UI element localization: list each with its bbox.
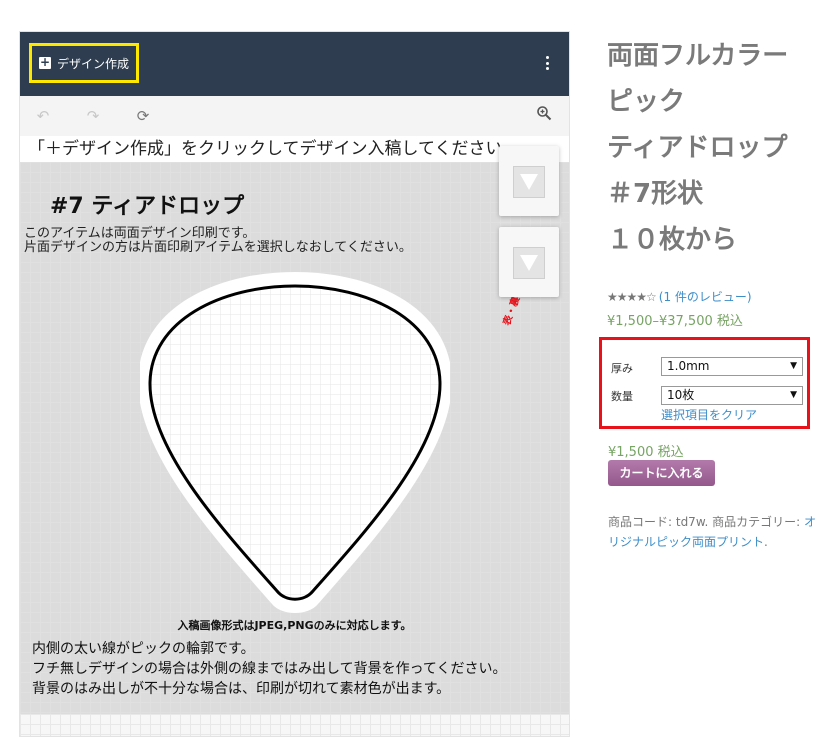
product-summary: 両面フルカラー ピック ティアドロップ ＃7形状 １０枚から ★★★★☆ (1 … — [607, 33, 822, 329]
clear-selection-link[interactable]: 選択項目をクリア — [661, 406, 757, 423]
review-link[interactable]: (1 件のレビュー) — [659, 288, 752, 305]
variation-options: 厚み 1.0mm ▼ 数量 10枚 ▼ 選択項目をクリア — [599, 337, 810, 429]
plus-icon: + — [38, 55, 51, 69]
quantity-select[interactable]: 10枚 ▼ — [661, 386, 803, 405]
product-title-line5: １０枚から — [607, 225, 738, 255]
quantity-value: 10枚 — [667, 388, 695, 402]
price-range: ¥1,500–¥37,500 税込 — [607, 314, 743, 329]
vertical-dots-icon[interactable] — [545, 56, 549, 70]
design-editor-panel: + デザイン作成 ↶ ↷ ⟳ 「＋デザイン作成」をクリックしてデザイン入稿してく… — [19, 31, 570, 737]
star-rating-icon: ★★★★☆ — [607, 289, 657, 304]
quantity-label: 数量 — [611, 390, 633, 403]
pick-outline — [140, 272, 450, 613]
meta-prefix: 商品コード: td7w. 商品カテゴリー: — [608, 515, 805, 529]
back-side-thumbnail[interactable] — [499, 227, 559, 297]
product-title-line1: 両面フルカラー — [607, 41, 789, 71]
zoom-in-icon[interactable] — [533, 105, 555, 127]
canvas-bottom-strip — [20, 714, 569, 736]
product-title-line2: ピック — [607, 87, 686, 117]
product-title-line3: ティアドロップ — [607, 133, 788, 163]
canvas-desc-line2: 片面デザインの方は片面印刷アイテムを選択しなおしてください。 — [24, 240, 412, 255]
note-line3: 背景のはみ出しが不十分な場合は、印刷が切れて素材色が出ます。 — [32, 681, 451, 697]
selected-price: ¥1,500 税込 — [608, 445, 684, 460]
editor-topbar: + デザイン作成 — [20, 32, 569, 96]
pick-thumbnail-icon — [513, 247, 545, 279]
front-side-thumbnail[interactable] — [499, 146, 559, 216]
create-design-label: デザイン作成 — [56, 56, 129, 71]
dropdown-arrow-icon: ▼ — [790, 361, 797, 371]
design-canvas[interactable]: #7 ティアドロップ このアイテムは両面デザイン印刷です。 片面デザインの方は片… — [20, 162, 569, 714]
refresh-icon[interactable]: ⟳ — [132, 105, 154, 127]
thickness-value: 1.0mm — [667, 359, 710, 373]
thickness-select[interactable]: 1.0mm ▼ — [661, 357, 803, 376]
note-line1: 内側の太い線がピックの輪郭です。 — [32, 641, 255, 657]
add-to-cart-button[interactable]: カートに入れる — [608, 460, 715, 486]
undo-icon[interactable]: ↶ — [32, 105, 54, 127]
product-meta: 商品コード: td7w. 商品カテゴリー: オリジナルピック両面プリント. — [608, 512, 822, 552]
product-rating: ★★★★☆ (1 件のレビュー) — [607, 288, 822, 305]
meta-suffix: . — [764, 535, 768, 549]
product-title-line4: ＃7形状 — [607, 179, 704, 209]
canvas-title: #7 ティアドロップ — [50, 194, 245, 219]
note-line2: フチ無しデザインの場合は外側の線まではみ出して背景を作ってください。 — [32, 661, 507, 677]
format-note: 入稿画像形式はJPEG,PNGのみに対応します。 — [177, 619, 412, 632]
thickness-label: 厚み — [611, 362, 633, 375]
editor-toolbar: ↶ ↷ ⟳ — [20, 96, 569, 136]
redo-icon[interactable]: ↷ — [82, 105, 104, 127]
dropdown-arrow-icon: ▼ — [790, 390, 797, 400]
create-design-button[interactable]: + デザイン作成 — [29, 43, 139, 83]
pick-thumbnail-icon — [513, 166, 545, 198]
